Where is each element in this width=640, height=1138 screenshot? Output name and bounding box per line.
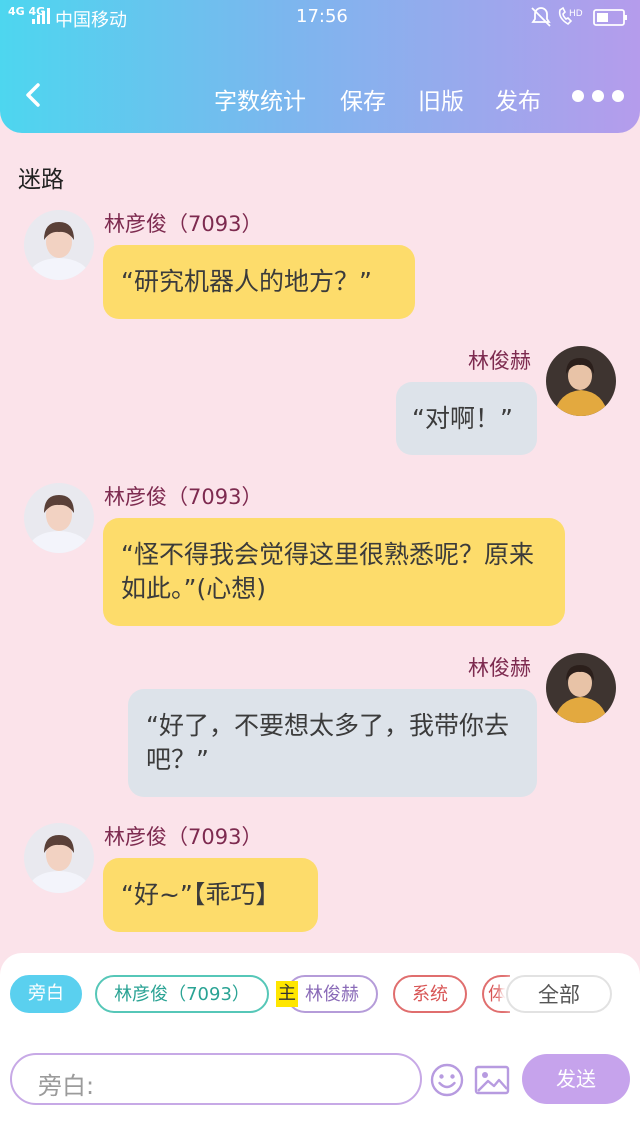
status-bar: 4G 4G 中国移动 17:56 HD bbox=[0, 0, 640, 34]
header-bar: 4G 4G 中国移动 17:56 HD 字数统计 保存 旧版 发布 bbox=[0, 0, 640, 133]
clock: 17:56 bbox=[296, 6, 348, 27]
smiley-icon[interactable] bbox=[430, 1063, 464, 1097]
avatar-lin-yanjun[interactable] bbox=[24, 823, 94, 893]
more-dots-icon[interactable] bbox=[572, 90, 624, 102]
signal-icon bbox=[32, 8, 50, 24]
speaker-name: 林彦俊（7093） bbox=[104, 485, 263, 509]
word-count-button[interactable]: 字数统计 bbox=[214, 82, 306, 116]
avatar-lin-junhe[interactable] bbox=[546, 346, 616, 416]
role-chip-all[interactable]: 全部 bbox=[506, 975, 612, 1013]
avatar-lin-junhe[interactable] bbox=[546, 653, 616, 723]
message-bubble[interactable]: “研究机器人的地方？” bbox=[103, 245, 415, 319]
message-bubble[interactable]: “好~”【乖巧】 bbox=[103, 858, 318, 932]
old-version-button[interactable]: 旧版 bbox=[418, 82, 464, 116]
carrier-name: 中国移动 bbox=[55, 10, 127, 31]
publish-button[interactable]: 发布 bbox=[495, 82, 541, 116]
chapter-title: 迷路 bbox=[18, 167, 64, 193]
speaker-name: 林俊赫 bbox=[468, 349, 531, 373]
avatar-lin-yanjun[interactable] bbox=[24, 483, 94, 553]
save-button[interactable]: 保存 bbox=[340, 82, 386, 116]
status-icons: HD bbox=[531, 6, 627, 27]
message-bubble[interactable]: “对啊！” bbox=[396, 382, 537, 455]
svg-text:HD: HD bbox=[569, 9, 583, 19]
battery-icon bbox=[593, 9, 627, 26]
main-role-badge: 主 bbox=[276, 981, 298, 1007]
speaker-name: 林俊赫 bbox=[468, 656, 531, 680]
hd-call-icon: HD bbox=[558, 6, 583, 26]
composer-panel: 旁白 林彦俊（7093） 林俊赫 系统 体 全部 主 bbox=[0, 953, 640, 1138]
avatar-lin-yanjun[interactable] bbox=[24, 210, 94, 280]
send-button[interactable]: 发送 bbox=[522, 1054, 630, 1104]
role-chip-lin-junhe[interactable]: 林俊赫 bbox=[286, 975, 378, 1013]
chevron-left-icon[interactable] bbox=[22, 82, 46, 108]
message-input[interactable]: 旁白: bbox=[10, 1053, 422, 1105]
role-chip-lin-yanjun[interactable]: 林彦俊（7093） bbox=[95, 975, 269, 1013]
speaker-name: 林彦俊（7093） bbox=[104, 212, 263, 236]
mute-bell-icon bbox=[531, 7, 551, 27]
message-bubble[interactable]: “好了，不要想太多了，我带你去吧？” bbox=[128, 689, 537, 797]
role-selector: 旁白 林彦俊（7093） 林俊赫 系统 体 全部 bbox=[0, 975, 640, 1019]
role-chip-aside[interactable]: 旁白 bbox=[10, 975, 82, 1013]
message-bubble[interactable]: “怪不得我会觉得这里很熟悉呢？原来如此。”(心想) bbox=[103, 518, 565, 626]
speaker-name: 林彦俊（7093） bbox=[104, 825, 263, 849]
role-chip-system[interactable]: 系统 bbox=[393, 975, 467, 1013]
image-icon[interactable] bbox=[474, 1064, 510, 1096]
